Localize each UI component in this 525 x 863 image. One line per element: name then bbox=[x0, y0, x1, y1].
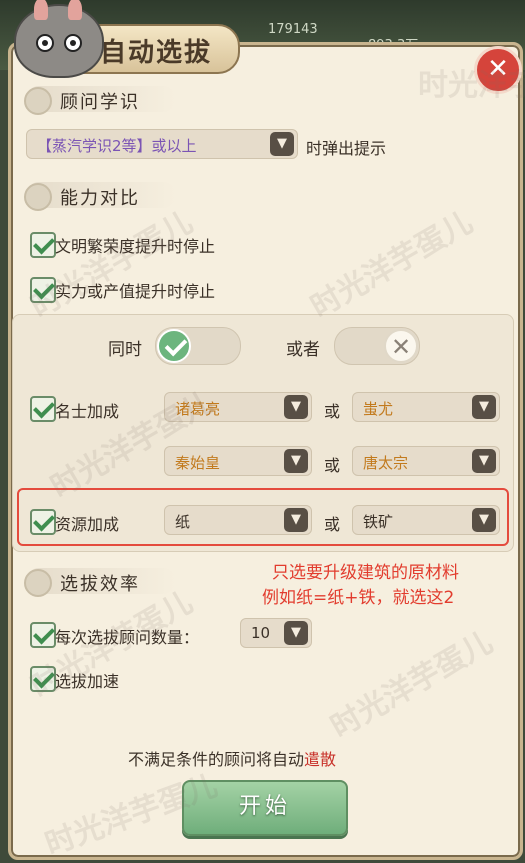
check-label-advisor-count: 每次选拔顾问数量： bbox=[55, 628, 200, 647]
check-label-resource-bonus: 资源加成 bbox=[55, 515, 120, 534]
toggle-either[interactable]: ✕ bbox=[334, 327, 420, 365]
chevron-down-icon: ▼ bbox=[284, 508, 308, 532]
chevron-down-icon: ▼ bbox=[284, 621, 308, 645]
chevron-down-icon: ▼ bbox=[472, 395, 496, 419]
check-label-famous-bonus: 名士加成 bbox=[55, 402, 120, 421]
knowledge-level-value: 【蒸汽学识2等】或以上 bbox=[37, 137, 197, 155]
check-label-speed-up: 选拔加速 bbox=[55, 672, 120, 691]
dismiss-notice: 不满足条件的顾问将自动遣散 bbox=[128, 746, 336, 770]
annotation-line-1: 只选要升级建筑的原材料 bbox=[272, 563, 459, 583]
resource-dropdown-2[interactable]: 铁矿 ▼ bbox=[352, 505, 500, 535]
or-label: 或 bbox=[324, 456, 341, 475]
panel-title: 自动选拔 bbox=[100, 38, 213, 68]
resource-value-2: 铁矿 bbox=[363, 513, 394, 531]
dismiss-notice-highlight: 遣散 bbox=[304, 750, 337, 769]
or-label: 或 bbox=[324, 402, 341, 421]
chevron-down-icon: ▼ bbox=[284, 395, 308, 419]
checkbox-advisor-count[interactable] bbox=[30, 622, 56, 648]
close-button[interactable]: ✕ bbox=[474, 46, 522, 94]
check-icon bbox=[157, 329, 191, 363]
chevron-down-icon: ▼ bbox=[472, 449, 496, 473]
knowledge-level-dropdown[interactable]: 【蒸汽学识2等】或以上 ▼ bbox=[26, 129, 298, 159]
checkbox-speed-up[interactable] bbox=[30, 666, 56, 692]
checkbox-resource-bonus[interactable] bbox=[30, 509, 56, 535]
section-label-ability-compare: 能力对比 bbox=[60, 188, 140, 209]
swirl-icon bbox=[24, 87, 52, 115]
checkbox-power-stop[interactable] bbox=[30, 277, 56, 303]
famous-value-1: 诸葛亮 bbox=[175, 400, 221, 418]
famous-dropdown-1[interactable]: 诸葛亮 ▼ bbox=[164, 392, 312, 422]
mascot-icon bbox=[14, 0, 104, 78]
famous-dropdown-4[interactable]: 唐太宗 ▼ bbox=[352, 446, 500, 476]
advisor-count-dropdown[interactable]: 10 ▼ bbox=[240, 618, 312, 648]
famous-value-2: 蚩尤 bbox=[363, 400, 394, 418]
checkbox-famous-bonus[interactable] bbox=[30, 396, 56, 422]
check-label-power-stop: 实力或产值提升时停止 bbox=[55, 282, 216, 301]
or-label: 或 bbox=[324, 515, 341, 534]
toggle-label-same: 同时 bbox=[108, 340, 142, 360]
famous-dropdown-2[interactable]: 蚩尤 ▼ bbox=[352, 392, 500, 422]
section-label-efficiency: 选拔效率 bbox=[60, 574, 140, 595]
check-label-prosperity-stop: 文明繁荣度提升时停止 bbox=[55, 237, 216, 256]
annotation-line-2: 例如纸=纸+铁，就选这2 bbox=[262, 588, 455, 608]
chevron-down-icon: ▼ bbox=[284, 449, 308, 473]
knowledge-suffix-label: 时弹出提示 bbox=[306, 139, 387, 158]
advisor-count-value: 10 bbox=[251, 624, 271, 642]
toggle-same-time[interactable] bbox=[155, 327, 241, 365]
swirl-icon bbox=[24, 569, 52, 597]
resource-dropdown-1[interactable]: 纸 ▼ bbox=[164, 505, 312, 535]
famous-dropdown-3[interactable]: 秦始皇 ▼ bbox=[164, 446, 312, 476]
resource-value-1: 纸 bbox=[175, 513, 191, 531]
start-button[interactable]: 开始 bbox=[182, 780, 348, 836]
checkbox-prosperity-stop[interactable] bbox=[30, 232, 56, 258]
swirl-icon bbox=[24, 183, 52, 211]
topbar-value-left: 179143 bbox=[268, 22, 318, 37]
toggle-label-or: 或者 bbox=[286, 340, 320, 360]
cross-icon: ✕ bbox=[384, 329, 418, 363]
dismiss-notice-text: 不满足条件的顾问将自动 bbox=[128, 750, 305, 769]
famous-value-3: 秦始皇 bbox=[175, 454, 221, 472]
chevron-down-icon: ▼ bbox=[270, 132, 294, 156]
chevron-down-icon: ▼ bbox=[472, 508, 496, 532]
section-label-advisor-knowledge: 顾问学识 bbox=[60, 92, 140, 113]
start-button-label: 开始 bbox=[238, 794, 291, 819]
famous-value-4: 唐太宗 bbox=[363, 454, 409, 472]
